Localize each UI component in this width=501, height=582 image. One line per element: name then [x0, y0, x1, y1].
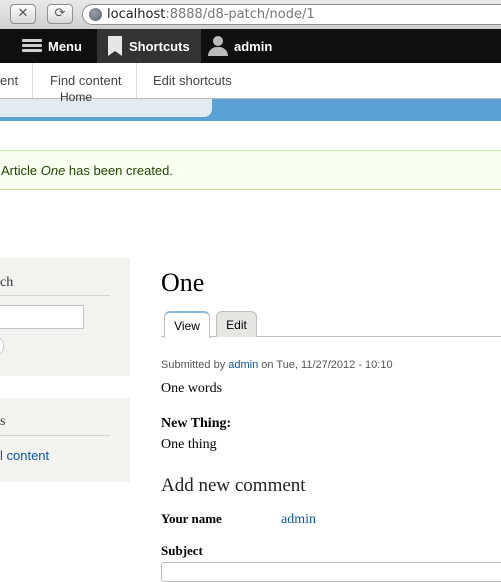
field-value: One thing: [161, 437, 217, 452]
tab-edit[interactable]: Edit: [216, 311, 257, 337]
search-block: ch: [0, 258, 130, 376]
url-path: :8888/d8-patch/node/1: [165, 7, 315, 22]
menu-icon: [22, 39, 42, 53]
add-content-link[interactable]: l content: [0, 448, 49, 463]
status-prefix: Article: [1, 163, 41, 178]
submitted-prefix: Submitted by: [161, 359, 229, 371]
admin-toolbar: Menu Shortcuts admin: [0, 29, 501, 63]
home-label: Home: [60, 90, 93, 104]
subject-label: Subject: [161, 543, 203, 558]
comment-heading: Add new comment: [161, 475, 306, 496]
block-divider: [0, 295, 110, 296]
user-icon: [208, 36, 228, 56]
bookmark-icon: [108, 36, 122, 56]
search-button[interactable]: [0, 335, 4, 357]
name-value-link[interactable]: admin: [281, 512, 316, 528]
search-block-title: ch: [0, 275, 14, 290]
tray-item-add-content[interactable]: ent: [0, 63, 34, 98]
field-label: New Thing:: [161, 416, 232, 431]
status-message: Article One has been created.: [0, 150, 501, 190]
status-suffix: has been created.: [65, 163, 174, 178]
tabs-divider: [161, 336, 501, 337]
menu-label: Menu: [48, 38, 82, 54]
submitted-date: on Tue, 11/27/2012 - 10:10: [258, 359, 393, 371]
browser-toolbar: ✕ ⟳ localhost:8888/d8-patch/node/1: [0, 0, 501, 30]
reload-icon[interactable]: ⟳: [47, 4, 73, 24]
tools-block-title: s: [0, 414, 6, 429]
block-divider: [0, 435, 110, 436]
close-icon[interactable]: ✕: [10, 4, 36, 24]
url-host: localhost: [107, 7, 166, 22]
tools-block: s l content: [0, 398, 130, 482]
page-title: One: [161, 268, 205, 297]
tray-item-edit-shortcuts[interactable]: Edit shortcuts: [139, 63, 246, 98]
url-text: localhost:8888/d8-patch/node/1: [107, 7, 315, 22]
status-node-title: One: [40, 163, 66, 178]
home-tab[interactable]: Home: [0, 90, 212, 117]
name-label: Your name: [161, 511, 222, 526]
subject-input[interactable]: [161, 562, 501, 582]
user-label: admin: [234, 38, 273, 54]
node-body: One words: [161, 381, 223, 396]
shortcuts-label: Shortcuts: [129, 38, 190, 54]
globe-icon: [89, 8, 102, 21]
author-link[interactable]: admin: [228, 359, 258, 371]
shortcuts-button[interactable]: Shortcuts: [97, 29, 201, 63]
address-bar[interactable]: localhost:8888/d8-patch/node/1: [82, 4, 501, 25]
tab-view[interactable]: View: [164, 311, 210, 338]
search-input[interactable]: [0, 305, 84, 329]
site-header: Home: [0, 90, 501, 121]
submitted-info: Submitted by admin on Tue, 11/27/2012 - …: [161, 359, 393, 371]
user-button[interactable]: admin: [208, 29, 272, 63]
